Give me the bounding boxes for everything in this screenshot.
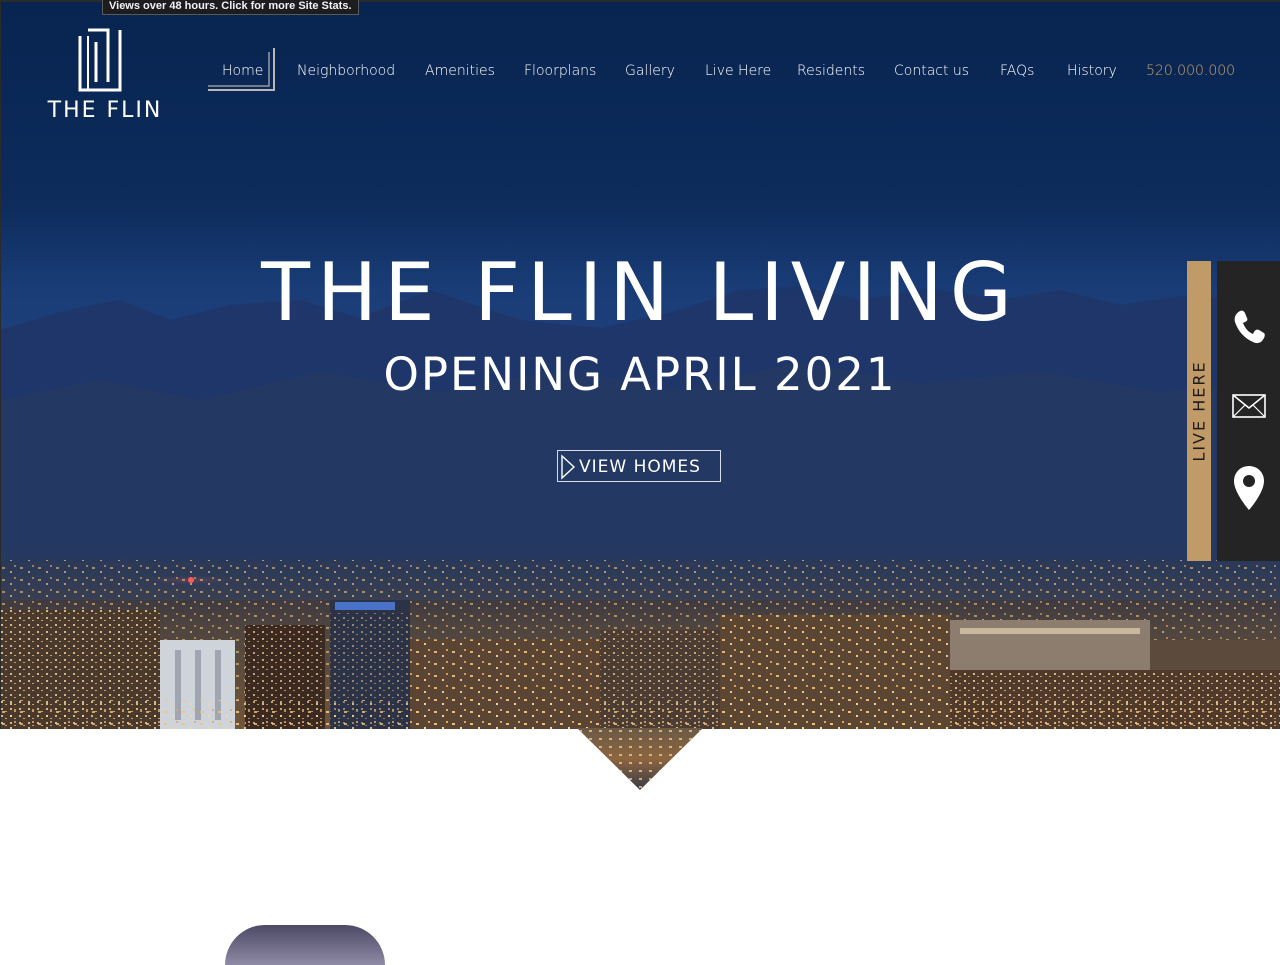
- nav-neighborhood[interactable]: Neighborhood: [297, 62, 395, 80]
- view-homes-button[interactable]: VIEW HOMES: [557, 450, 721, 482]
- nav-home[interactable]: Home: [222, 62, 263, 80]
- scroll-down-chevron[interactable]: [577, 728, 703, 791]
- hero-title: THE FLIN LIVING: [261, 246, 1019, 339]
- logo-mark-icon: [78, 28, 122, 92]
- play-triangle-icon: [561, 454, 576, 480]
- site-logo[interactable]: THE FLIN: [40, 28, 170, 123]
- nav-floorplans[interactable]: Floorplans: [524, 62, 596, 80]
- window-left-border: [0, 0, 1, 729]
- phone-icon[interactable]: [1232, 309, 1266, 345]
- hero-subtitle: OPENING APRIL 2021: [383, 348, 897, 401]
- map-pin-icon[interactable]: [1232, 465, 1266, 511]
- nav-gallery[interactable]: Gallery: [625, 62, 675, 80]
- live-here-side-tab[interactable]: LIVE HERE: [1187, 261, 1211, 561]
- live-here-tab-label: LIVE HERE: [1189, 360, 1209, 462]
- nav-history[interactable]: History: [1067, 62, 1117, 80]
- nav-live-here[interactable]: Live Here: [705, 62, 771, 80]
- nav-residents[interactable]: Residents: [797, 62, 865, 80]
- nav-faqs[interactable]: FAQs: [1000, 62, 1034, 80]
- contact-side-panel: [1217, 261, 1280, 561]
- nav-phone-link[interactable]: 520.000.000: [1146, 62, 1235, 80]
- logo-text: THE FLIN: [47, 98, 163, 123]
- envelope-icon[interactable]: [1232, 394, 1266, 418]
- section-image-preview: [225, 925, 385, 965]
- nav-contact-us[interactable]: Contact us: [894, 62, 969, 80]
- view-homes-label: VIEW HOMES: [579, 457, 701, 477]
- site-stats-tab[interactable]: Views over 48 hours. Click for more Site…: [102, 0, 359, 15]
- nav-amenities[interactable]: Amenities: [425, 62, 495, 80]
